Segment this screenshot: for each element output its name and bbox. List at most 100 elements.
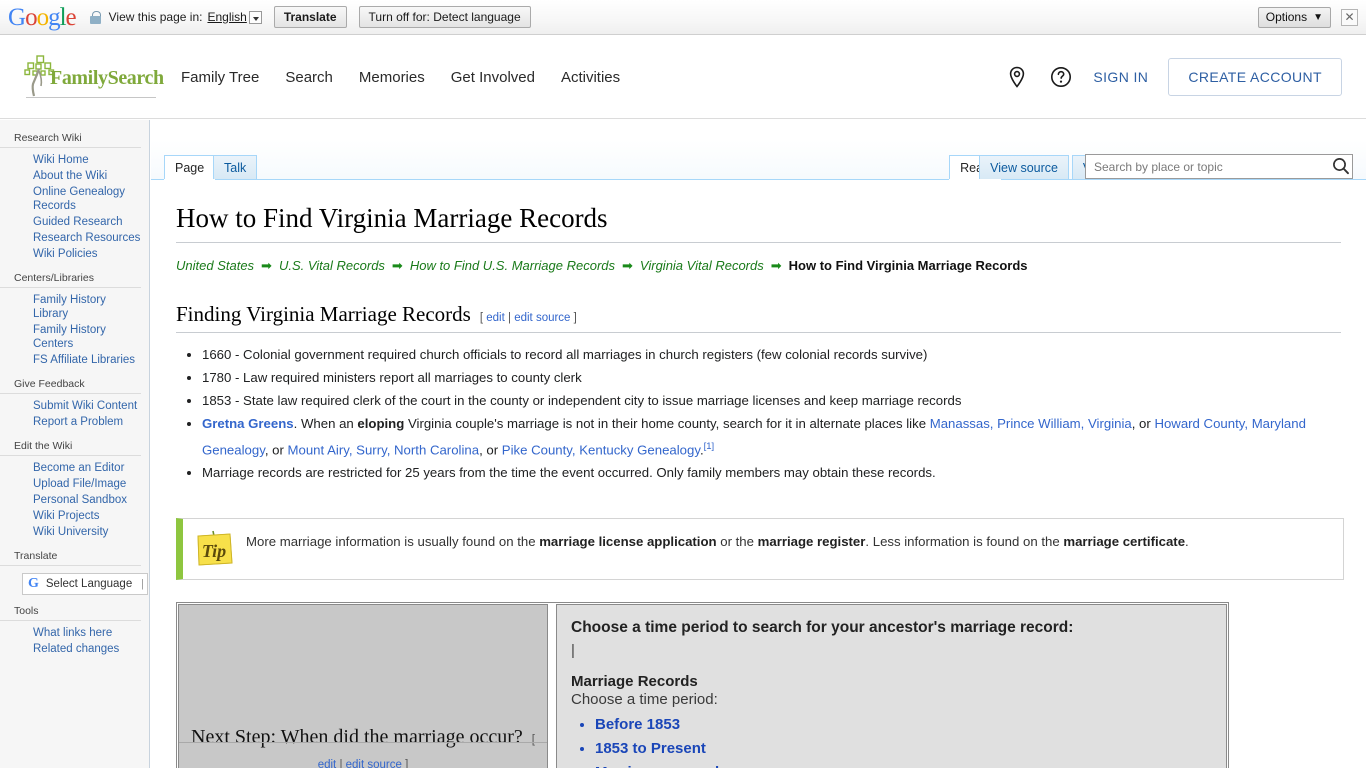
next-step-table: Next Step: When did the marriage occur? [… [176,602,1229,768]
header-right-group: SIGN IN CREATE ACCOUNT [1005,58,1366,96]
google-logo-letter-g: G [8,3,26,31]
edit-bracket-open: [ [479,311,484,324]
place-link-manassas[interactable]: Manassas, Prince William, Virginia [930,416,1132,431]
breadcrumb-item-united-states[interactable]: United States [176,258,254,273]
breadcrumb-arrow-icon: ➡ [391,257,403,273]
select-language-widget[interactable]: G Select Language | [22,573,148,595]
translate-options-label: Options [1265,10,1308,24]
edit-source-link[interactable]: edit source [346,759,402,768]
tab-view-source[interactable]: View source [979,155,1069,179]
section-heading: Finding Virginia Marriage Records [ edit … [176,301,1341,334]
sidebar-item-report-a-problem[interactable]: Report a Problem [0,414,149,430]
translate-prompt-label: View this page in: [108,10,203,24]
nav-item-memories[interactable]: Memories [359,69,425,86]
breadcrumb-arrow-icon: ➡ [261,257,272,273]
sidebar-item-wiki-home[interactable]: Wiki Home [0,152,149,168]
sidebar-item-what-links-here[interactable]: What links here [0,625,149,641]
edit-separator: | [339,758,343,768]
gretna-mid-text: Virginia couple's marriage is not in the… [404,416,930,432]
footnote-reference-1[interactable]: [1] [704,441,715,452]
breadcrumb-item-how-to-find-us-marriage-records[interactable]: How to Find U.S. Marriage Records [410,258,615,273]
sidebar-item-fs-affiliate-libraries[interactable]: FS Affiliate Libraries [0,352,149,368]
gretna-greens-link[interactable]: Gretna Greens [202,416,294,431]
familysearch-logo[interactable]: FamilySearch [24,53,164,101]
sidebar-item-wiki-university[interactable]: Wiki University [0,524,149,540]
source-language-link[interactable]: English [207,10,246,24]
sidebar-item-guided-research[interactable]: Guided Research [0,214,149,230]
edit-link[interactable]: edit [486,312,505,324]
breadcrumb-item-us-vital-records[interactable]: U.S. Vital Records [279,258,385,273]
place-link-pike-county[interactable]: Pike County, Kentucky Genealogy [502,442,700,457]
tip-sticky-note-icon: Tip [193,529,235,569]
primary-nav: Family Tree Search Memories Get Involved… [181,69,620,86]
sign-in-link[interactable]: SIGN IN [1093,69,1148,85]
breadcrumb-arrow-icon: ➡ [622,257,633,273]
sidebar-item-submit-wiki-content[interactable]: Submit Wiki Content [0,398,149,414]
next-step-cell: Next Step: When did the marriage occur? [… [178,604,548,768]
google-g-icon: G [28,576,39,591]
breadcrumb-item-virginia-vital-records[interactable]: Virginia Vital Records [640,258,764,273]
sidebar-item-research-resources[interactable]: Research Resources [0,230,149,246]
translate-button[interactable]: Translate [273,6,347,28]
edit-link[interactable]: edit [318,759,337,768]
nav-item-family-tree[interactable]: Family Tree [181,69,259,86]
tip-callout-box: Tip More marriage information is usually… [176,518,1344,581]
svg-text:Tip: Tip [202,541,226,561]
sidebar-item-family-history-centers[interactable]: Family History Centers [0,322,149,352]
sidebar-item-online-genealogy-records[interactable]: Online Genealogy Records [0,184,149,214]
gretna-after-link: . When an [293,416,358,432]
sidebar-item-personal-sandbox[interactable]: Personal Sandbox [0,492,149,508]
section-heading-text: Finding Virginia Marriage Records [176,301,471,326]
site-header: FamilySearch Family Tree Search Memories… [0,36,1366,119]
sidebar-group-tools: What links here Related changes [0,621,149,657]
search-input[interactable] [1086,158,1330,175]
sidebar-item-upload-file-image[interactable]: Upload File/Image [0,476,149,492]
tab-talk[interactable]: Talk [213,155,258,179]
footnote-reference-link[interactable]: [1] [704,441,715,452]
sidebar-group-give-feedback: Submit Wiki Content Report a Problem [0,394,149,430]
translate-options-button[interactable]: Options ▼ [1257,6,1331,28]
edit-bracket-close: ] [405,758,409,768]
history-bullet-list: 1660 - Colonial government required chur… [176,344,1341,484]
sidebar-item-wiki-policies[interactable]: Wiki Policies [0,246,149,262]
map-pin-icon[interactable] [1005,65,1029,89]
sidebar-item-wiki-projects[interactable]: Wiki Projects [0,508,149,524]
time-period-options-list: Before 1853 1853 to Present Marriage yea… [571,713,1212,768]
tab-page[interactable]: Page [164,155,216,179]
next-step-spacer [179,605,547,725]
tip-bold-marriage-register: marriage register [757,534,866,550]
create-account-button[interactable]: CREATE ACCOUNT [1168,58,1342,96]
place-link-mount-airy[interactable]: Mount Airy, Surry, North Carolina [288,442,480,457]
list-item: 1660 - Colonial government required chur… [202,344,1341,367]
sidebar-group-research-wiki: Wiki Home About the Wiki Online Genealog… [0,148,149,262]
breadcrumb-current: How to Find Virginia Marriage Records [788,257,1028,273]
choose-time-period-label: Choose a time period: [571,691,718,709]
tip-part-1: More marriage information is usually fou… [246,534,540,550]
sidebar-item-about-the-wiki[interactable]: About the Wiki [0,168,149,184]
sidebar-item-family-history-library[interactable]: Family History Library [0,292,149,322]
search-icon[interactable] [1330,154,1352,179]
sidebar-item-related-changes[interactable]: Related changes [0,641,149,657]
page-title: How to Find Virginia Marriage Records [176,202,1341,243]
close-icon[interactable]: ✕ [1341,8,1358,26]
sidebar-group-centers-libraries: Family History Library Family History Ce… [0,288,149,368]
sidebar-group-title-give-feedback: Give Feedback [0,378,141,394]
list-item: Before 1853 [595,713,1212,737]
sidebar-item-become-an-editor[interactable]: Become an Editor [0,460,149,476]
time-period-option-before-1853[interactable]: Before 1853 [595,716,680,733]
time-period-option-marriage-year-unknown[interactable]: Marriage year unknown [595,764,763,768]
question-circle-icon[interactable] [1049,65,1073,89]
nav-item-get-involved[interactable]: Get Involved [451,69,535,86]
time-period-option-1853-to-present[interactable]: 1853 to Present [595,740,706,757]
turn-off-translate-button[interactable]: Turn off for: Detect language [358,6,531,28]
nav-item-activities[interactable]: Activities [561,69,620,86]
main-content: Page Talk Read View source View history … [151,120,1366,768]
chevron-down-icon[interactable] [248,10,262,24]
next-step-heading: Next Step: When did the marriage occur? [… [179,725,547,768]
marriage-records-heading: Marriage Records [571,673,698,691]
chevron-down-icon: ▼ [1313,11,1323,23]
tip-part-2: or the [716,534,758,550]
edit-source-link[interactable]: edit source [514,312,570,324]
nav-item-search[interactable]: Search [285,69,333,86]
tip-text: More marriage information is usually fou… [246,529,1189,552]
